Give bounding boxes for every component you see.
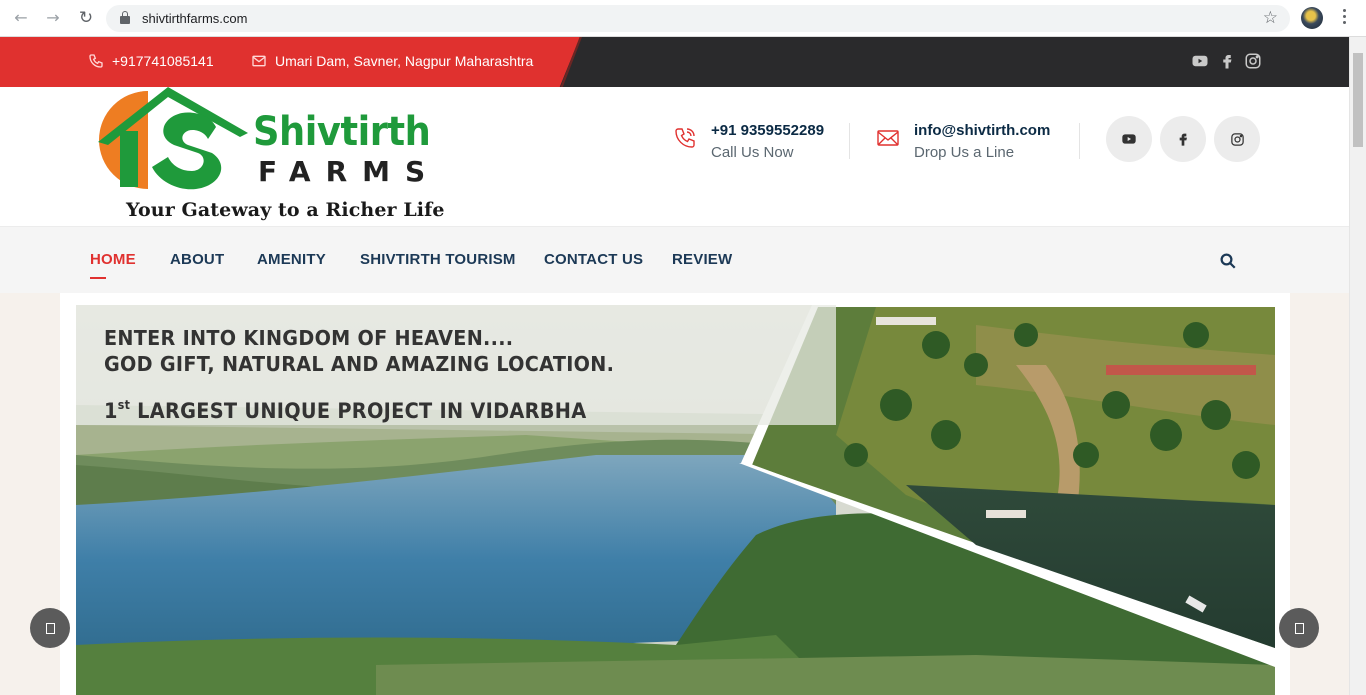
logo-brand-name: Shivtirth bbox=[253, 109, 431, 155]
site-header: Shivtirth FARMS Your Gateway to a Richer… bbox=[0, 87, 1349, 226]
browser-menu-icon[interactable] bbox=[1339, 9, 1349, 27]
header-email[interactable]: info@shivtirth.com bbox=[914, 122, 1050, 139]
active-indicator bbox=[90, 277, 106, 279]
topbar-address: Umari Dam, Savner, Nagpur Maharashtra bbox=[251, 53, 533, 69]
envelope-icon bbox=[877, 130, 899, 146]
nav-item-contact-us[interactable]: CONTACT US bbox=[544, 251, 643, 268]
header-phone-label: Call Us Now bbox=[711, 144, 794, 161]
youtube-icon[interactable] bbox=[1106, 116, 1152, 162]
browser-toolbar: ← → ↻ shivtirthfarms.com ☆ bbox=[0, 0, 1366, 37]
logo-mark-icon bbox=[98, 87, 248, 190]
logo-tagline: Your Gateway to a Richer Life bbox=[126, 199, 445, 221]
nav-item-home[interactable]: HOME bbox=[90, 251, 136, 268]
lock-icon bbox=[120, 11, 130, 24]
divider bbox=[849, 123, 850, 159]
header-email-label: Drop Us a Line bbox=[914, 144, 1015, 161]
instagram-icon[interactable] bbox=[1214, 116, 1260, 162]
topbar-phone-text: +917741085141 bbox=[112, 53, 214, 69]
top-info-bar: +917741085141 Umari Dam, Savner, Nagpur … bbox=[0, 37, 1349, 87]
arrow-right-icon[interactable]: → bbox=[44, 9, 62, 27]
arrow-left-icon[interactable]: ← bbox=[12, 9, 30, 27]
envelope-icon bbox=[252, 55, 266, 67]
phone-icon bbox=[89, 54, 103, 68]
facebook-icon[interactable] bbox=[1218, 52, 1236, 70]
search-icon[interactable] bbox=[1219, 252, 1237, 270]
instagram-icon[interactable] bbox=[1244, 52, 1262, 70]
hero-heading-line-1: ENTER INTO KINGDOM OF HEAVEN.... bbox=[104, 326, 514, 350]
topbar-address-text: Umari Dam, Savner, Nagpur Maharashtra bbox=[275, 53, 534, 69]
slider-prev-icon[interactable] bbox=[30, 608, 70, 648]
url-text[interactable]: shivtirthfarms.com bbox=[142, 11, 247, 26]
site-logo[interactable]: Shivtirth FARMS Your Gateway to a Richer… bbox=[98, 87, 444, 226]
reload-icon[interactable]: ↻ bbox=[77, 9, 95, 27]
profile-avatar[interactable] bbox=[1301, 7, 1323, 29]
address-bar[interactable]: shivtirthfarms.com ☆ bbox=[106, 5, 1290, 32]
hero-heading-line-2: GOD GIFT, NATURAL AND AMAZING LOCATION. bbox=[104, 352, 615, 376]
divider bbox=[1079, 123, 1080, 159]
star-icon[interactable]: ☆ bbox=[1263, 8, 1278, 28]
nav-item-about[interactable]: ABOUT bbox=[170, 251, 224, 268]
hero-slide: ENTER INTO KINGDOM OF HEAVEN.... GOD GIF… bbox=[76, 305, 1275, 695]
scrollbar-thumb[interactable] bbox=[1353, 53, 1363, 147]
header-phone-number[interactable]: +91 9359552289 bbox=[711, 122, 824, 139]
topbar-phone[interactable]: +917741085141 bbox=[88, 53, 214, 69]
nav-item-shivtirth-tourism[interactable]: SHIVTIRTH TOURISM bbox=[360, 251, 516, 268]
facebook-icon[interactable] bbox=[1160, 116, 1206, 162]
hero-line3-suffix: st bbox=[117, 398, 131, 412]
slider-next-icon[interactable] bbox=[1279, 608, 1319, 648]
page-scrollbar[interactable] bbox=[1349, 37, 1366, 695]
nav-item-review[interactable]: REVIEW bbox=[672, 251, 732, 268]
nav-item-amenity[interactable]: AMENITY bbox=[257, 251, 326, 268]
hero-line3-text: LARGEST UNIQUE PROJECT IN VIDARBHA bbox=[130, 399, 587, 423]
main-navigation: HOME ABOUT AMENITY SHIVTIRTH TOURISM CON… bbox=[0, 226, 1349, 293]
hero-line3-number: 1 bbox=[104, 399, 118, 423]
youtube-icon[interactable] bbox=[1191, 52, 1209, 70]
phone-icon bbox=[675, 128, 695, 148]
hero-heading-line-3: 1st LARGEST UNIQUE PROJECT IN VIDARBHA bbox=[104, 398, 586, 423]
logo-brand-sub: FARMS bbox=[258, 155, 441, 188]
